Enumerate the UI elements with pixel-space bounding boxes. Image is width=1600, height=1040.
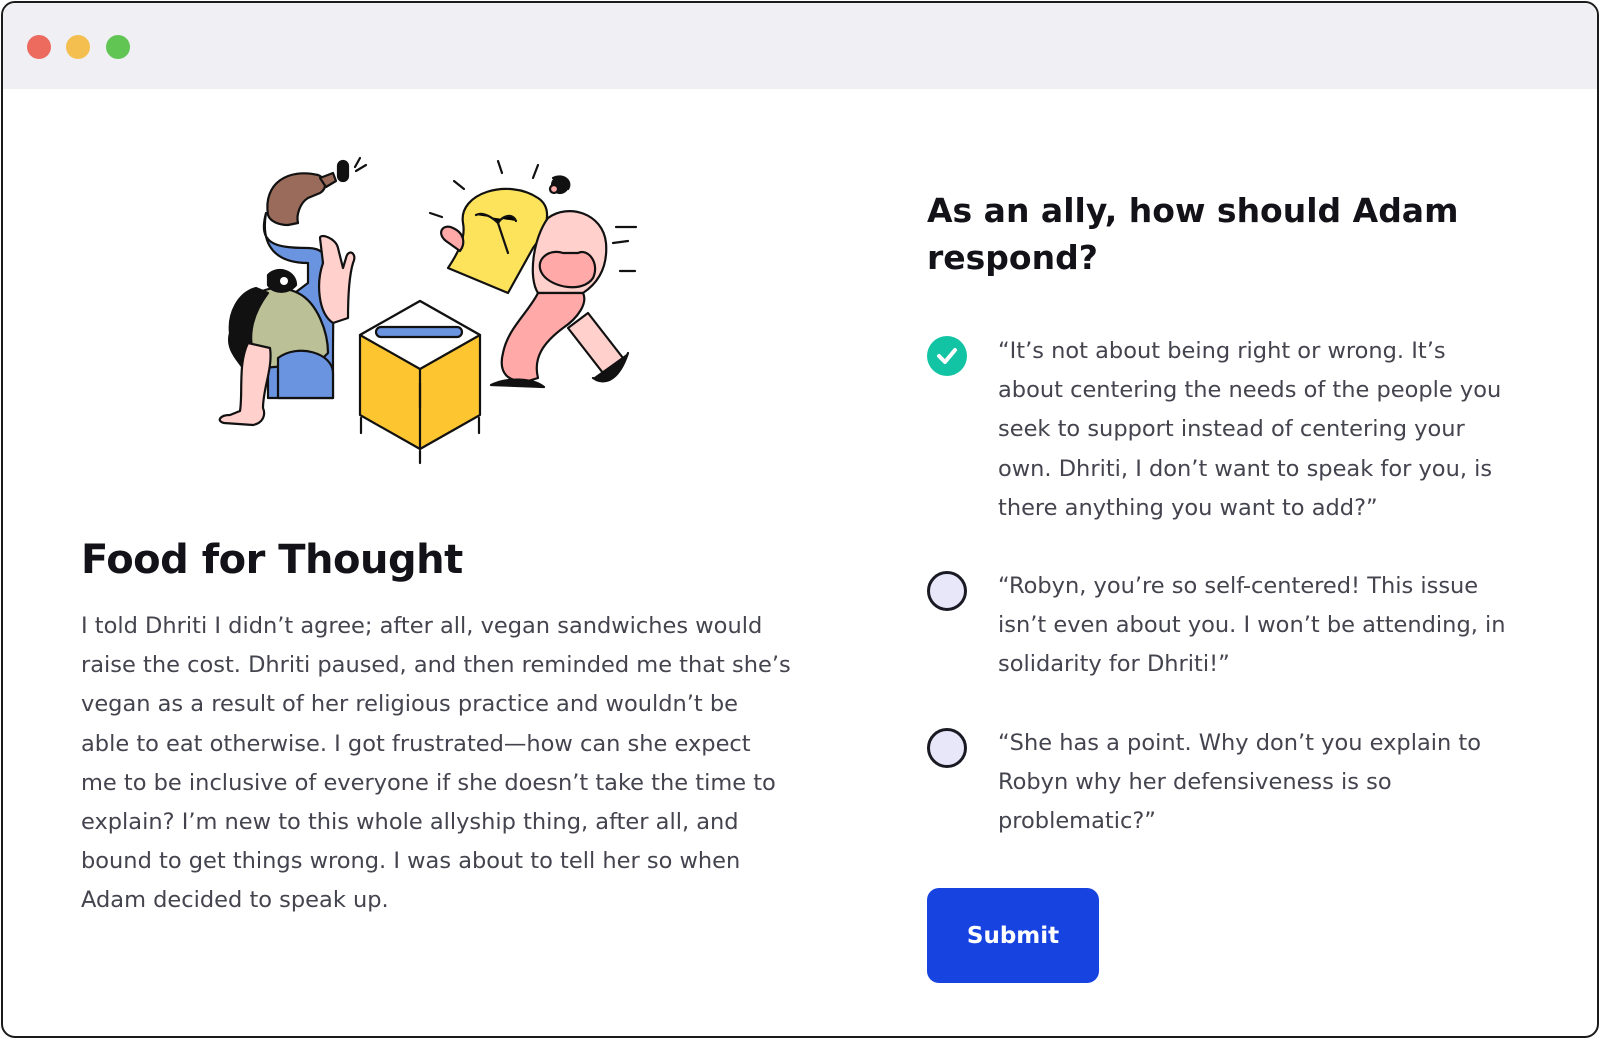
title-bar (3, 3, 1597, 89)
radio-icon[interactable] (927, 571, 967, 611)
answer-option-text: “She has a point. Why don’t you explain … (998, 730, 1481, 835)
story-title: Food for Thought (81, 537, 463, 583)
maximize-window-button[interactable] (106, 35, 130, 59)
story-body: I told Dhriti I didn’t agree; after all,… (81, 613, 791, 914)
answer-option-text: “It’s not about being right or wrong. It… (998, 338, 1502, 521)
submit-button[interactable]: Submit (927, 888, 1099, 983)
minimize-window-button[interactable] (66, 35, 90, 59)
checked-radio-icon[interactable] (927, 336, 967, 376)
radio-icon[interactable] (927, 728, 967, 768)
app-window: Food for Thought I told Dhriti I didn’t … (1, 1, 1599, 1038)
people-lightbulb-box-illustration (218, 156, 638, 465)
close-window-button[interactable] (27, 35, 51, 59)
quiz-question: As an ally, how should Adam respond? (927, 191, 1459, 277)
answer-option-text: “Robyn, you’re so self-centered! This is… (998, 573, 1506, 678)
